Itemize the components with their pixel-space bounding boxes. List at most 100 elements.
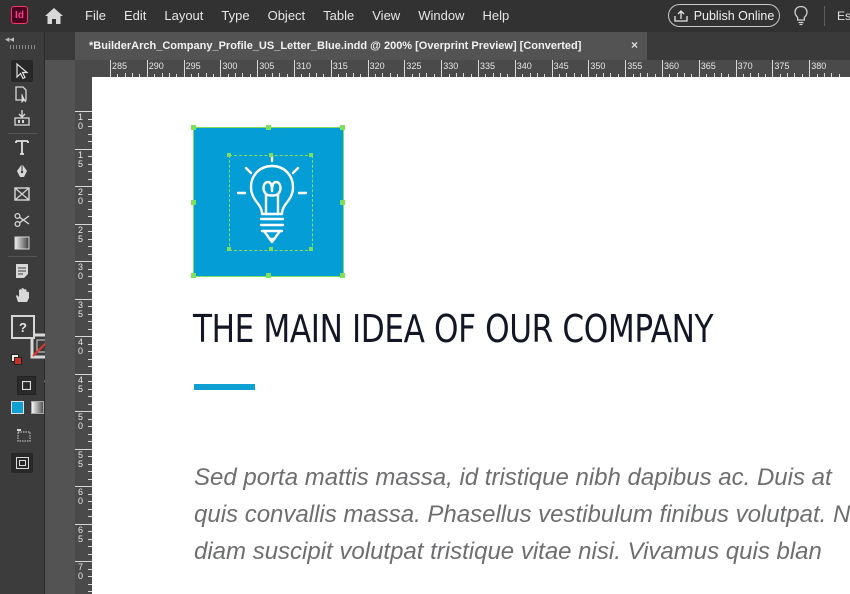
ruler-label: 370 [737, 61, 753, 71]
graphic-handle[interactable] [227, 247, 231, 251]
formatting-container-icon[interactable] [17, 376, 36, 395]
ruler-label: 1 5 [78, 149, 84, 169]
body-text-line: Sed porta mattis massa, id tristique nib… [194, 464, 832, 491]
selection-handle[interactable] [191, 273, 196, 278]
ruler-major-tick [625, 60, 627, 77]
selection-handle[interactable] [266, 125, 271, 130]
page-headline[interactable]: THE MAIN IDEA OF OUR COMPANY [193, 303, 718, 355]
ruler-label: 5 5 [78, 449, 84, 469]
menubar-divider [824, 6, 825, 26]
graphic-handle[interactable] [309, 153, 313, 157]
ruler-major-tick [735, 60, 737, 77]
fill-swatch[interactable]: ? [11, 315, 35, 339]
selection-handle[interactable] [340, 273, 345, 278]
ruler-label: 360 [664, 61, 680, 71]
document-page[interactable]: THE MAIN IDEA OF OUR COMPANY Sed porta m… [92, 77, 850, 594]
ruler-major-tick [588, 60, 590, 77]
ruler-label: 4 0 [78, 337, 84, 356]
menu-type[interactable]: Type [212, 0, 258, 32]
ruler-label: 375 [774, 61, 790, 71]
graphic-handle[interactable] [269, 153, 273, 157]
pasteboard [45, 60, 75, 594]
image-frame-selected[interactable] [191, 125, 345, 278]
search-field-fragment[interactable]: Es [837, 0, 850, 32]
selection-handle[interactable] [266, 273, 271, 278]
menu-object[interactable]: Object [259, 0, 315, 32]
type-tool-icon[interactable] [11, 136, 33, 158]
lightbulb-icon[interactable] [793, 5, 809, 26]
menu-file[interactable]: File [76, 0, 115, 32]
publish-online-label: Publish Online [693, 8, 775, 23]
ruler-label: 380 [811, 61, 827, 71]
ruler-origin[interactable] [75, 60, 92, 77]
ruler-label: 290 [148, 61, 164, 71]
ruler-label: 310 [296, 61, 312, 71]
ruler-label: 4 5 [78, 374, 84, 394]
ruler-label: 3 5 [78, 299, 84, 319]
ruler-label: 350 [590, 61, 606, 71]
selection-handle[interactable] [191, 200, 196, 205]
menu-window[interactable]: Window [409, 0, 473, 32]
document-tab-bar: *BuilderArch_Company_Profile_US_Letter_B… [45, 32, 850, 60]
ruler-major-tick [367, 60, 369, 77]
screen-mode-icon[interactable] [15, 428, 33, 442]
menu-bar: Id File Edit Layout Type Object Table Vi… [0, 0, 850, 32]
ruler-label: 285 [112, 61, 128, 71]
ruler-major-tick [478, 60, 479, 77]
horizontal-ruler[interactable]: 285 290 295 300 305 310 315 320 325 330 335 340 345 3… [92, 60, 850, 77]
selection-tool-icon[interactable] [11, 60, 33, 82]
ruler-major-tick [294, 60, 295, 77]
normal-view-icon[interactable] [11, 453, 33, 473]
graphic-handle[interactable] [309, 247, 313, 251]
ruler-label: 340 [516, 61, 532, 71]
apply-color-icon[interactable] [11, 401, 24, 414]
ruler-major-tick [220, 60, 222, 77]
ruler-major-tick [146, 60, 148, 77]
vertical-ruler[interactable]: 1 0 1 5 2 0 2 5 3 0 3 5 4 0 4 5 5 0 5 5 6 0 6 5 7 0 [75, 77, 92, 594]
menu-layout[interactable]: Layout [155, 0, 212, 32]
menu-view[interactable]: View [363, 0, 409, 32]
rectangle-frame-tool-icon[interactable] [11, 183, 33, 205]
ruler-label: 5 0 [78, 412, 84, 431]
menu-help[interactable]: Help [473, 0, 518, 32]
tools-divider [8, 133, 37, 134]
close-tab-icon[interactable]: × [631, 38, 638, 52]
graphic-handle[interactable] [227, 153, 231, 157]
ruler-label: 325 [406, 61, 422, 71]
ruler-major-tick [183, 60, 185, 77]
collapse-panel-icon[interactable]: ◂◂ [5, 34, 14, 45]
body-text-line: diam suscipit volutpat tristique vitae n… [194, 538, 822, 565]
graphic-handle[interactable] [269, 247, 273, 251]
ruler-major-tick [551, 60, 553, 77]
pen-tool-icon[interactable] [11, 160, 33, 182]
graphic-bounding-frame[interactable] [227, 153, 313, 251]
body-text-frame[interactable]: Sed porta mattis massa, id tristique nib… [194, 459, 850, 570]
publish-online-button[interactable]: Publish Online [668, 4, 780, 27]
selection-handle[interactable] [340, 125, 345, 130]
panel-grip[interactable] [10, 45, 35, 49]
menu-items: File Edit Layout Type Object Table View … [76, 0, 518, 32]
tools-divider [8, 256, 37, 257]
menu-edit[interactable]: Edit [115, 0, 155, 32]
note-tool-icon[interactable] [11, 260, 33, 282]
apply-gradient-icon[interactable] [31, 401, 44, 414]
menu-table[interactable]: Table [314, 0, 363, 32]
ruler-label: 355 [627, 61, 643, 71]
page-tool-icon[interactable] [11, 83, 33, 105]
scissors-tool-icon[interactable] [11, 209, 33, 231]
ruler-label: 295 [185, 61, 201, 71]
selection-handle[interactable] [191, 125, 196, 130]
indesign-app-icon: Id [11, 6, 28, 24]
document-tab[interactable]: *BuilderArch_Company_Profile_US_Letter_B… [75, 32, 647, 60]
selection-handle[interactable] [340, 200, 345, 205]
tools-panel: ◂◂ ? [0, 32, 65, 594]
ruler-label: 320 [369, 61, 385, 71]
gradient-swatch-tool-icon[interactable] [11, 232, 33, 254]
default-fill-stroke-icon[interactable] [11, 352, 22, 365]
ruler-major-tick [809, 60, 811, 77]
content-collector-icon[interactable] [11, 107, 33, 129]
home-icon[interactable] [44, 7, 64, 25]
hand-tool-icon[interactable] [11, 284, 33, 306]
ruler-label: 1 0 [78, 112, 84, 131]
ruler-label: 330 [443, 61, 459, 71]
